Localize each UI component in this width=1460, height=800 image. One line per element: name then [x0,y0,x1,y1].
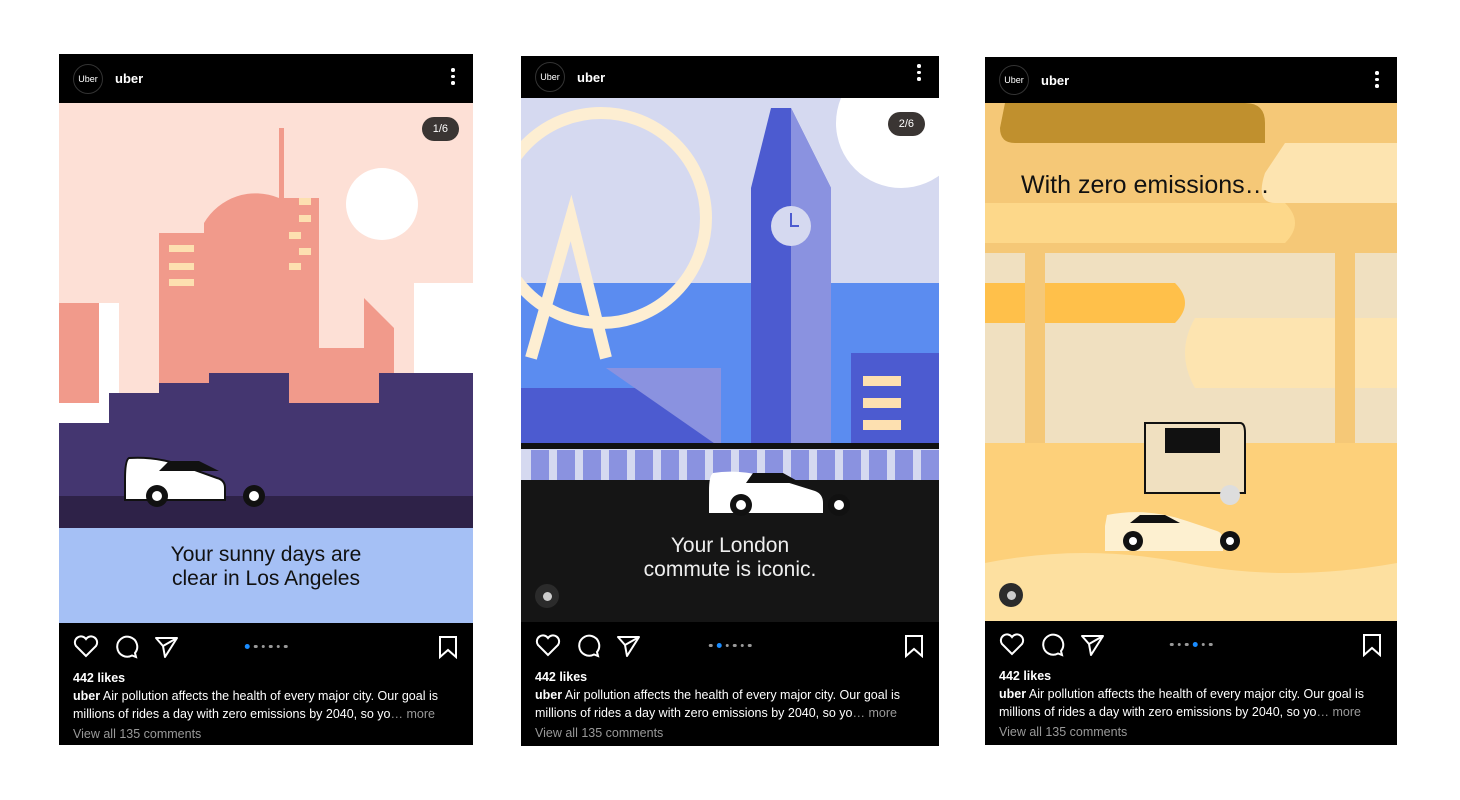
post-meta: 442 likes uber Air pollution affects the… [521,668,939,742]
action-bar [59,623,473,669]
username[interactable]: uber [577,70,605,85]
post-meta: 442 likes uber Air pollution affects the… [59,669,473,743]
post-caption: uber Air pollution affects the health of… [73,687,459,723]
carousel-dots [244,644,288,649]
view-comments-link[interactable]: View all 135 comments [999,723,1383,741]
comment-icon[interactable] [114,635,140,659]
bookmark-icon[interactable] [1361,633,1383,657]
post-image[interactable]: 1/6 Your sunny days are clear in Los Ang… [59,103,473,623]
tagged-users-icon[interactable] [999,583,1023,607]
caption-text: Air pollution affects the health of ever… [73,689,438,721]
likes-count[interactable]: 442 likes [73,669,459,687]
carousel-dots [1169,642,1213,647]
slide-caption: Your sunny days are clear in Los Angeles [59,543,473,591]
more-link[interactable]: … more [853,706,897,720]
bookmark-icon[interactable] [903,634,925,658]
action-bar [521,622,939,668]
post-card-london: Uber uber 2/6 Your London commute is ico… [521,56,939,746]
username[interactable]: uber [115,71,143,86]
caption-line: commute is iconic. [643,558,817,581]
slide-caption: Your London commute is iconic. [521,534,939,582]
post-card-zero-emissions: Uber uber With zero emissions… 442 likes… [985,57,1397,745]
username[interactable]: uber [1041,73,1069,88]
more-options-icon[interactable] [1375,71,1379,88]
post-card-la: Uber uber 1/6 Your sunny days are clear … [59,54,473,745]
caption-line: Your sunny days are [170,543,362,566]
post-caption: uber Air pollution affects the health of… [999,685,1383,721]
heart-icon[interactable] [535,634,561,658]
comment-icon[interactable] [1040,633,1066,657]
likes-count[interactable]: 442 likes [535,668,925,686]
carousel-dots [708,643,752,648]
view-comments-link[interactable]: View all 135 comments [535,724,925,742]
slide-counter: 2/6 [887,112,925,136]
caption-text: Air pollution affects the health of ever… [999,687,1364,719]
avatar[interactable]: Uber [535,62,565,92]
avatar[interactable]: Uber [73,63,103,94]
post-meta: 442 likes uber Air pollution affects the… [985,667,1397,741]
share-icon[interactable] [154,635,180,659]
post-caption: uber Air pollution affects the health of… [535,686,925,722]
view-comments-link[interactable]: View all 135 comments [73,725,459,743]
slide-caption: With zero emissions… [1021,171,1397,199]
likes-count[interactable]: 442 likes [999,667,1383,685]
caption-text: Air pollution affects the health of ever… [535,688,900,720]
post-header: Uber uber [521,56,939,98]
tagged-users-icon[interactable] [535,584,559,608]
post-header: Uber uber [985,57,1397,103]
comment-icon[interactable] [576,634,602,658]
share-icon[interactable] [1080,633,1106,657]
heart-icon[interactable] [999,633,1025,657]
post-header: Uber uber [59,54,473,103]
avatar[interactable]: Uber [999,65,1029,95]
post-image[interactable]: 2/6 Your London commute is iconic. [521,98,939,622]
more-options-icon[interactable] [917,64,921,81]
more-link[interactable]: … more [1317,705,1361,719]
action-bar [985,621,1397,667]
heart-icon[interactable] [73,635,99,659]
bookmark-icon[interactable] [437,635,459,659]
more-options-icon[interactable] [451,68,455,85]
caption-line: With zero emissions… [1021,171,1270,199]
share-icon[interactable] [616,634,642,658]
caption-line: Your London [670,534,790,557]
caption-username[interactable]: uber [999,687,1026,701]
slide-counter: 1/6 [421,117,459,141]
more-link[interactable]: … more [391,707,435,721]
caption-username[interactable]: uber [535,688,562,702]
caption-line: clear in Los Angeles [172,567,360,590]
caption-username[interactable]: uber [73,689,100,703]
post-image[interactable]: With zero emissions… [985,103,1397,621]
